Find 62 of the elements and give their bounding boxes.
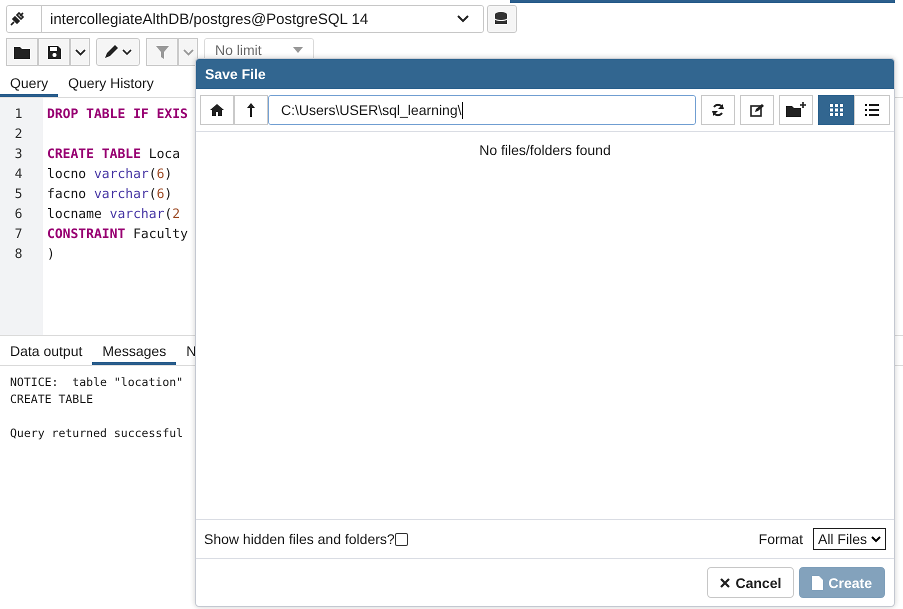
database-button[interactable] xyxy=(487,5,517,33)
caret-icon xyxy=(74,48,86,56)
line-number: 7 xyxy=(14,226,24,244)
code-line: DROP TABLE IF EXIS xyxy=(47,107,188,122)
line-number: 2 xyxy=(14,126,24,144)
dialog-title: Save File xyxy=(205,66,266,82)
line-number: 6 xyxy=(14,206,24,224)
code-line: facno varchar(6) xyxy=(47,187,172,202)
plug-icon xyxy=(8,10,26,28)
code-line: CREATE TABLE Loca xyxy=(47,147,180,162)
format-select[interactable]: All Files xyxy=(812,528,886,550)
format-label: Format xyxy=(758,531,803,547)
caret-button[interactable] xyxy=(70,38,90,66)
empty-message: No files/folders found xyxy=(479,142,611,158)
new-folder-button[interactable] xyxy=(779,95,813,125)
home-button[interactable] xyxy=(200,95,234,125)
show-hidden-label: Show hidden files and folders? xyxy=(204,531,395,547)
query-tab[interactable]: Query History xyxy=(58,70,164,97)
chevron-down-icon xyxy=(871,536,881,542)
refresh-button[interactable] xyxy=(701,95,735,125)
grid-view-button[interactable] xyxy=(818,95,854,125)
grid-icon xyxy=(830,104,842,116)
file-icon xyxy=(812,576,824,590)
pencil-icon xyxy=(103,44,133,60)
path-field[interactable]: C:\Users\USER\sql_learning\ xyxy=(268,95,696,125)
list-icon xyxy=(865,104,879,116)
close-icon xyxy=(720,578,730,588)
chevron-down-icon xyxy=(457,15,469,23)
line-number: 3 xyxy=(14,146,24,164)
cancel-button[interactable]: Cancel xyxy=(707,567,794,598)
edit-icon xyxy=(750,103,764,117)
output-tab[interactable]: Messages xyxy=(92,338,176,365)
message-line: CREATE TABLE xyxy=(10,392,94,406)
code-line: locname varchar(2 xyxy=(47,207,180,222)
show-hidden-checkbox[interactable] xyxy=(394,532,408,546)
line-number: 5 xyxy=(14,186,24,204)
filter-icon xyxy=(154,44,170,60)
edit-button[interactable] xyxy=(96,38,140,66)
code-line: ) xyxy=(47,247,55,262)
list-view-button[interactable] xyxy=(854,95,890,125)
folder-icon xyxy=(13,44,31,60)
code-line: locno varchar(6) xyxy=(47,167,172,182)
output-tab[interactable]: Data output xyxy=(0,338,92,365)
caret-icon xyxy=(182,48,194,56)
up-button[interactable] xyxy=(234,95,268,125)
edit-button[interactable] xyxy=(740,95,774,125)
home-icon xyxy=(209,103,225,117)
caret-icon xyxy=(293,47,303,53)
save-button[interactable] xyxy=(38,38,70,66)
database-icon xyxy=(494,11,510,27)
filter-button[interactable] xyxy=(146,38,178,66)
line-number: 4 xyxy=(14,166,24,184)
code-line: CONSTRAINT Faculty xyxy=(47,227,188,242)
connection-select[interactable]: intercollegiateAlthDB/postgres@PostgreSQL 14 xyxy=(6,5,484,33)
line-number: 8 xyxy=(14,246,24,264)
refresh-icon xyxy=(711,103,725,117)
line-number: 1 xyxy=(14,106,24,124)
message-line: NOTICE: table "location" xyxy=(10,375,184,389)
new-folder-icon xyxy=(785,102,807,118)
message-line: Query returned successful xyxy=(10,426,184,440)
open-folder-button[interactable] xyxy=(6,38,38,66)
up-arrow-icon xyxy=(246,102,256,118)
